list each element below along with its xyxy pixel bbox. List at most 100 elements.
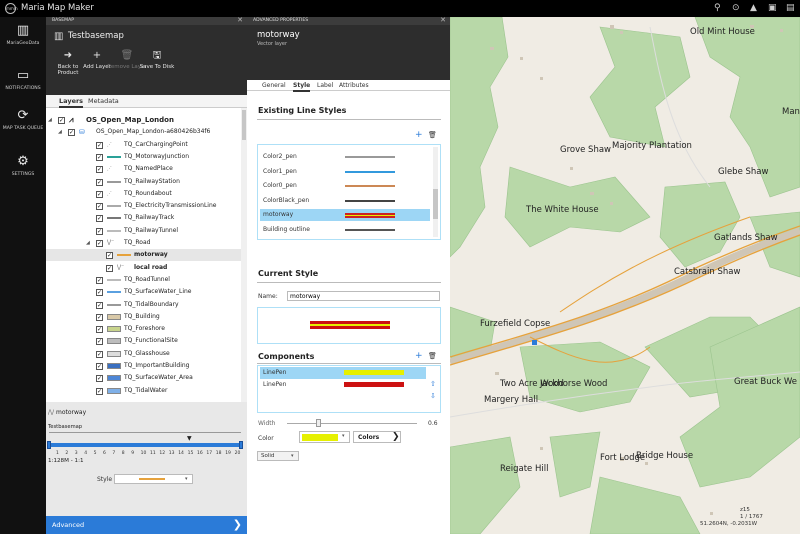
line-style-row[interactable]: ColorBlack_pen <box>260 195 430 207</box>
layer-row[interactable]: ✓ TQ_RailwayStation <box>46 176 247 188</box>
width-slider-track[interactable] <box>287 423 417 424</box>
layer-row[interactable]: ✓ TQ_RailwayTunnel <box>46 225 247 237</box>
layer-row[interactable]: ✓ TQ_MotorwayJunction <box>46 151 247 163</box>
color-picker-dropdown[interactable]: ▾ <box>299 431 350 443</box>
collapse-icon[interactable]: ◢ <box>48 114 52 126</box>
tab-layers[interactable]: Layers <box>59 97 84 108</box>
delete-style-trash-icon[interactable]: 🗑 <box>428 131 437 139</box>
layer-row[interactable]: ✓ TQ_FunctionalSite <box>46 335 247 347</box>
layer-visibility-checkbox[interactable]: ✓ <box>96 153 103 161</box>
component-row[interactable]: LinePen <box>260 367 426 379</box>
mountain-icon[interactable]: ▲ <box>750 3 757 13</box>
layer-visibility-checkbox[interactable]: ✓ <box>68 129 75 137</box>
add-style-plus-icon[interactable]: + <box>415 130 423 140</box>
layer-row[interactable]: ✓ TQ_ImportantBuilding <box>46 360 247 372</box>
scale-range-slider[interactable] <box>49 443 241 447</box>
scrollbar-thumb[interactable] <box>242 110 246 140</box>
style-dropdown[interactable]: ▾ <box>114 474 193 484</box>
delete-component-trash-icon[interactable]: 🗑 <box>428 352 437 360</box>
layer-visibility-checkbox[interactable]: ✓ <box>96 301 103 309</box>
layer-visibility-checkbox[interactable]: ✓ <box>96 363 103 370</box>
layer-row[interactable]: ◢ ✓ ⛁ OS_Open_Map_London-a680426b34f6 <box>46 126 247 138</box>
layer-visibility-checkbox[interactable]: ✓ <box>96 240 103 247</box>
move-up-icon[interactable]: ⇧ <box>430 380 436 388</box>
component-row[interactable]: LinePen <box>260 379 426 391</box>
style-name-input[interactable] <box>287 291 440 301</box>
nav-notifications[interactable]: ▭ NOTIFICATIONS <box>0 69 46 92</box>
location-icon[interactable]: ⊙ <box>732 3 740 13</box>
layer-row[interactable]: ✓ TQ_TidalWater <box>46 385 247 397</box>
layer-visibility-checkbox[interactable]: ✓ <box>96 215 103 223</box>
map-place-label: Catsbrain Shaw <box>674 267 741 277</box>
tab-attributes[interactable]: Attributes <box>339 82 369 89</box>
layer-row[interactable]: ✓ TQ_RailwayTrack <box>46 212 247 224</box>
line-style-row[interactable]: Color2_pen <box>260 151 430 163</box>
styles-scrollbar[interactable] <box>433 147 438 237</box>
layer-visibility-checkbox[interactable]: ✓ <box>96 313 103 321</box>
scale-pointer-icon[interactable]: ▼ <box>187 435 192 442</box>
tab-general[interactable]: General <box>262 82 286 89</box>
advanced-button[interactable]: Advanced ❯ <box>46 516 247 534</box>
scrollbar-thumb[interactable] <box>433 189 438 219</box>
collapse-icon[interactable]: ◢ <box>58 126 62 138</box>
layer-visibility-checkbox[interactable]: ✓ <box>96 178 103 186</box>
layer-label: TQ_ElectricityTransmissionLine <box>124 202 217 210</box>
layer-row[interactable]: ✓ TQ_Foreshore <box>46 323 247 335</box>
map-view[interactable]: Old Mint House Mansh Grove ShawMajority Pl… <box>450 17 800 534</box>
layer-row[interactable]: ✓ ⋰ TQ_CarChargingPoint <box>46 139 247 151</box>
dash-style-dropdown[interactable]: Solid ▾ <box>257 451 299 461</box>
width-slider-handle[interactable] <box>316 419 321 427</box>
close-icon[interactable]: ✕ <box>440 16 446 24</box>
tab-label[interactable]: Label <box>317 82 333 89</box>
layer-row[interactable]: ✓ TQ_Glasshouse <box>46 348 247 360</box>
line-style-row[interactable]: Color0_pen <box>260 180 430 192</box>
close-icon[interactable]: ✕ <box>237 16 243 24</box>
layer-visibility-checkbox[interactable]: ✓ <box>96 227 103 235</box>
layer-visibility-checkbox[interactable]: ✓ <box>96 387 103 395</box>
line-style-row[interactable]: Color1_pen <box>260 166 430 178</box>
nav-settings[interactable]: ⚙ SETTINGS <box>0 155 46 178</box>
layer-visibility-checkbox[interactable]: ✓ <box>96 276 103 284</box>
layer-row[interactable]: ✓ ⋰ TQ_Roundabout <box>46 188 247 200</box>
layer-row[interactable]: ✓ TQ_SurfaceWater_Line <box>46 286 247 298</box>
layer-visibility-checkbox[interactable]: ✓ <box>96 203 103 211</box>
layer-visibility-checkbox[interactable]: ✓ <box>96 166 103 174</box>
colors-button[interactable]: Colors ❯ <box>353 431 401 443</box>
layer-visibility-checkbox[interactable]: ✓ <box>106 264 113 272</box>
layer-row[interactable]: ◢ ✓ \/⁻ TQ_Road <box>46 237 247 249</box>
layer-row[interactable]: ◢ ✓ ⩘ OS_Open_Map_London <box>46 114 247 126</box>
layer-row[interactable]: ✓ TQ_SurfaceWater_Area <box>46 372 247 384</box>
line-style-row[interactable]: Building outline <box>260 224 430 236</box>
layer-row[interactable]: ✓ TQ_Building <box>46 311 247 323</box>
layers-icon[interactable]: ▤ <box>786 3 795 13</box>
layer-visibility-checkbox[interactable]: ✓ <box>96 141 103 149</box>
nav-mariageodata[interactable]: ▥ MariaGeoData <box>0 24 46 47</box>
nav-map-task-queue[interactable]: ⟳ MAP TASK QUEUE <box>1 109 45 132</box>
layer-visibility-checkbox[interactable]: ✓ <box>96 289 103 297</box>
layer-row[interactable]: ✓ \/⁻ local road <box>46 262 247 274</box>
move-down-icon[interactable]: ⇩ <box>430 392 436 400</box>
layer-row[interactable]: ✓ TQ_ElectricityTransmissionLine <box>46 200 247 212</box>
layer-visibility-checkbox[interactable]: ✓ <box>96 190 103 198</box>
layer-visibility-checkbox[interactable]: ✓ <box>96 375 103 383</box>
save-to-disk-button[interactable]: 🖫 Save To Disk <box>137 50 177 70</box>
collapse-icon[interactable]: ◢ <box>86 237 90 249</box>
layer-row[interactable]: ✓ TQ_TidalBoundary <box>46 299 247 311</box>
line-style-row[interactable]: motorway <box>260 209 430 221</box>
scale-tick-label: 4 <box>84 451 88 456</box>
layer-visibility-checkbox[interactable]: ✓ <box>96 326 103 334</box>
layer-visibility-checkbox[interactable]: ✓ <box>96 338 103 346</box>
layer-row[interactable]: ✓ motorway <box>46 249 247 262</box>
layer-visibility-checkbox[interactable]: ✓ <box>106 252 113 260</box>
layer-visibility-checkbox[interactable]: ✓ <box>58 117 65 124</box>
tab-metadata[interactable]: Metadata <box>88 97 119 105</box>
tab-style[interactable]: Style <box>293 82 311 92</box>
marker-icon[interactable]: ⚲ <box>714 3 721 13</box>
layer-row[interactable]: ✓ TQ_RoadTunnel <box>46 274 247 286</box>
scale-max-handle[interactable] <box>239 441 243 449</box>
scale-min-handle[interactable] <box>47 441 51 449</box>
layer-visibility-checkbox[interactable]: ✓ <box>96 350 103 358</box>
image-icon[interactable]: ▣ <box>768 3 777 13</box>
layer-row[interactable]: ✓ ⋰ TQ_NamedPlace <box>46 163 247 175</box>
add-component-plus-icon[interactable]: + <box>415 351 423 361</box>
